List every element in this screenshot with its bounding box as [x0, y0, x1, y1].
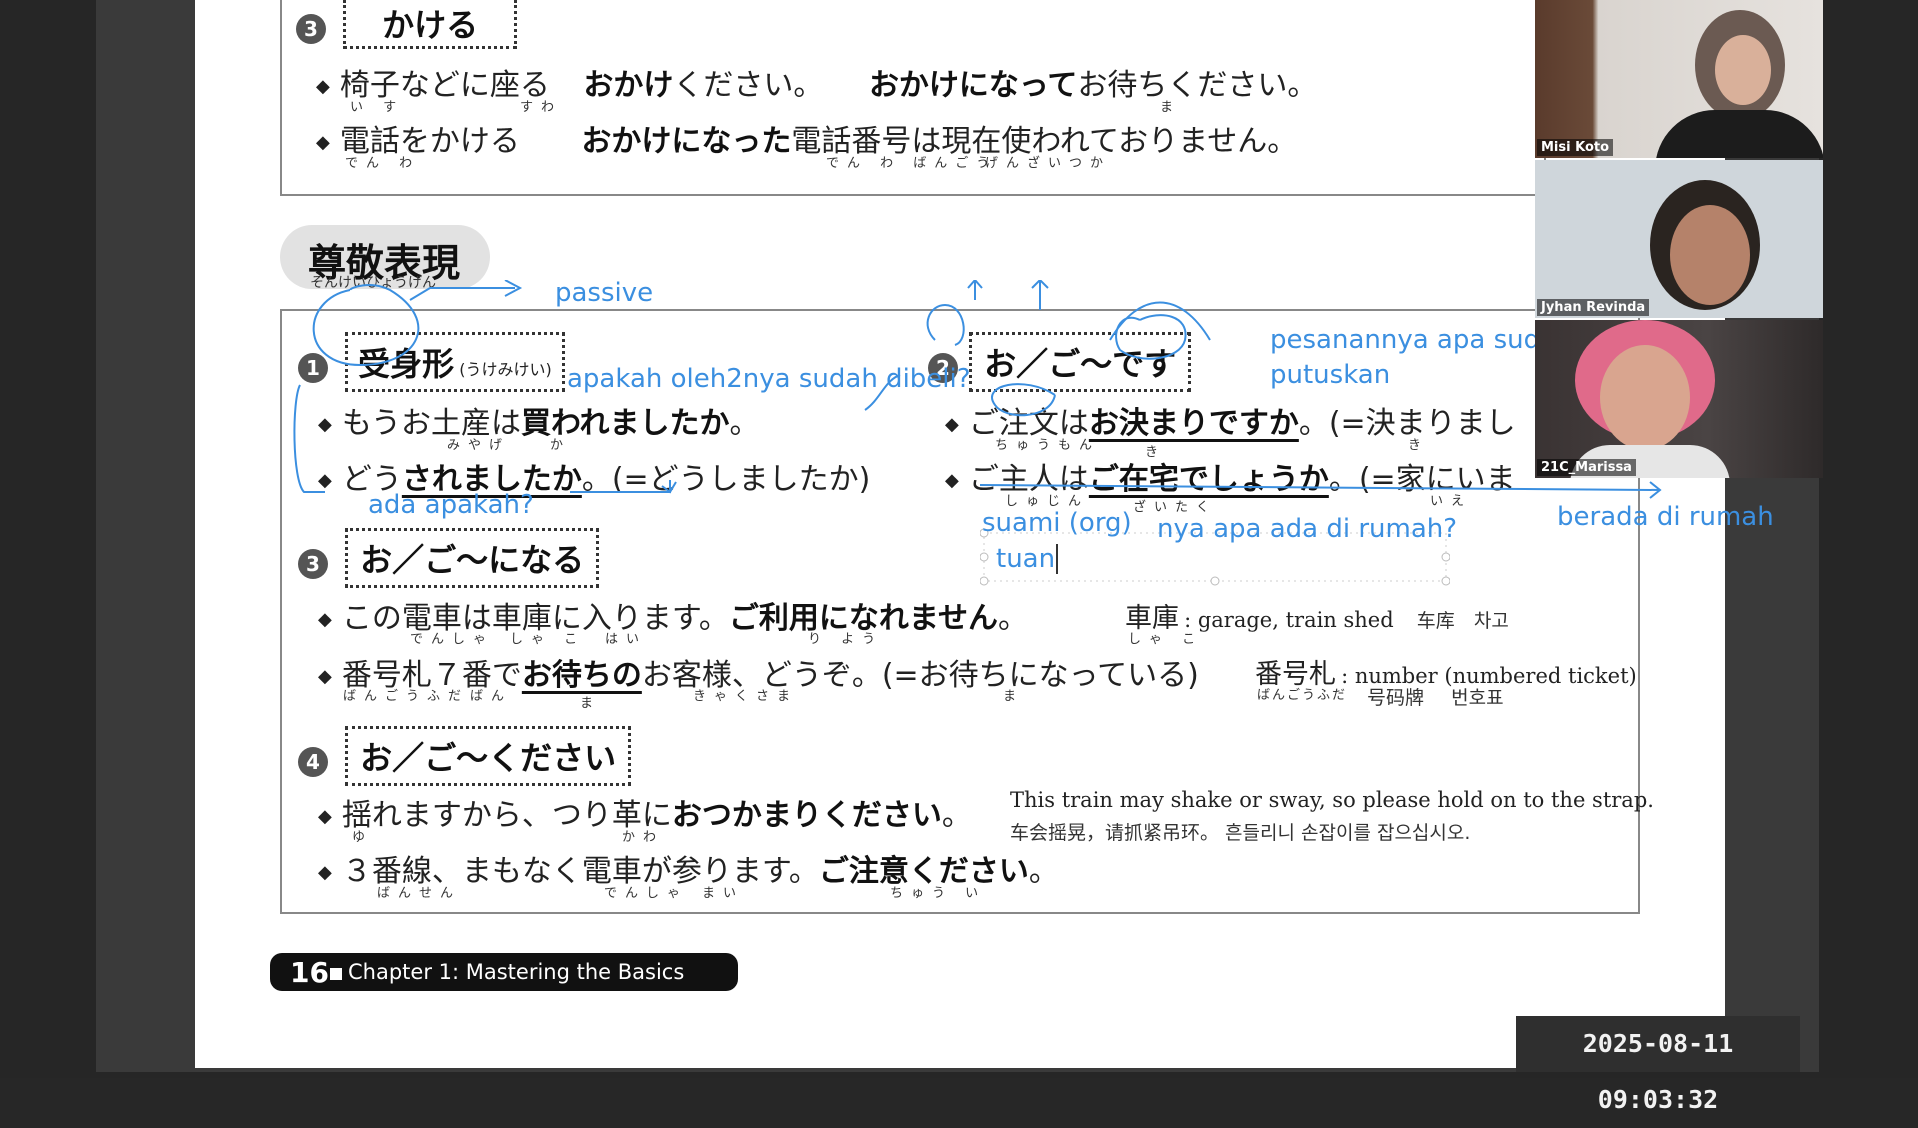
- annotation-putuskan[interactable]: putuskan: [1270, 360, 1390, 390]
- furigana: まい: [702, 886, 745, 901]
- s4-note-chinese-korean: 车会摇晃，请抓紧吊环。 흔들리니 손잡이를 잡으십시오.: [1010, 822, 1471, 844]
- bold-expression: おかけ: [583, 68, 674, 103]
- furigana: はい: [605, 632, 648, 647]
- chapter-title: Chapter 1: Mastering the Basics: [348, 960, 685, 984]
- annotation-apakah[interactable]: apakah oleh2nya sudah dibeli?: [567, 364, 971, 394]
- furigana: ばんごうふだ: [343, 689, 470, 704]
- s4-note-english: This train may shake or sway, so please …: [1010, 788, 1654, 812]
- vocab-chinese: 车库: [1416, 610, 1455, 632]
- line-text: お待ちください。: [1077, 68, 1318, 103]
- face: [1670, 205, 1750, 305]
- furigana: でんしゃ: [410, 632, 495, 647]
- furigana: すわ: [520, 100, 563, 115]
- furigana: きゃくさま: [693, 689, 799, 704]
- s4-heading-row: 4 お／ご〜ください: [298, 726, 632, 786]
- bullet-icon: ◆: [318, 862, 332, 883]
- chapter-footer: 16 Chapter 1: Mastering the Basics: [270, 953, 738, 991]
- annotation-passive[interactable]: passive: [555, 278, 653, 308]
- vocab-english: : garage, train shed: [1184, 608, 1394, 632]
- line-text: ください。: [673, 68, 824, 103]
- section-number: 3: [298, 549, 328, 579]
- face: [1600, 345, 1690, 450]
- participant-tile[interactable]: Jyhan Revinda: [1535, 160, 1823, 318]
- bullet-icon: ◆: [316, 76, 330, 97]
- furigana: でんしゃ: [604, 886, 689, 901]
- annotation-pesanan[interactable]: pesanannya apa sud: [1270, 325, 1540, 355]
- annotation-berada[interactable]: berada di rumah: [1557, 502, 1774, 532]
- bullet-icon: ◆: [318, 609, 332, 630]
- annotation-stroke: [991, 383, 1056, 417]
- annotation-stroke: [1109, 301, 1211, 341]
- furigana: ばんごうふだ: [1257, 688, 1348, 703]
- furigana: ちゅう い: [890, 886, 987, 901]
- section-number: 3: [296, 14, 326, 44]
- page-number: 16: [290, 956, 329, 989]
- participant-name: Jyhan Revinda: [1537, 299, 1650, 316]
- body: [1655, 110, 1823, 158]
- bullet-icon: ◆: [318, 806, 332, 827]
- line-text: 。: [1028, 854, 1059, 889]
- annotation-ada-apakah[interactable]: ada apakah?: [368, 490, 534, 520]
- annotation-tuan[interactable]: tuan: [996, 544, 1059, 574]
- annotation-strokes: [293, 280, 1662, 499]
- furigana: しゃ こ: [1128, 632, 1204, 647]
- furigana: でん わ: [345, 156, 421, 171]
- bold-expression: おつかまりください: [671, 798, 942, 833]
- annotation-stroke: [312, 284, 420, 367]
- annotation-stroke: [409, 280, 523, 301]
- bold-expression: お待ちの: [521, 658, 642, 693]
- square-marker-icon: [330, 968, 342, 980]
- bullet-icon: ◆: [318, 666, 332, 687]
- kakeru-heading-row: 3 かける: [296, 0, 518, 49]
- participant-name: Misi Koto: [1537, 139, 1614, 156]
- annotation-stroke: [1115, 314, 1187, 360]
- furigana: げんざいつか: [985, 156, 1112, 171]
- furigana: ま: [580, 696, 602, 711]
- furigana: しゃ こ: [510, 632, 586, 647]
- bullet-icon: ◆: [316, 132, 330, 153]
- furigana: かわ: [622, 830, 665, 845]
- annotation-stroke: [979, 481, 1662, 499]
- annotation-stroke: [967, 280, 983, 300]
- s3-heading-row: 3 お／ご〜になる: [298, 528, 600, 588]
- annotation-stroke: [570, 480, 677, 494]
- bold-expression: おかけになった: [581, 124, 792, 159]
- furigana: い す: [350, 100, 405, 115]
- furigana: り よう: [808, 632, 884, 647]
- bold-expression: おかけになって: [868, 68, 1078, 103]
- annotation-stroke: [926, 303, 965, 346]
- vocab-korean: 번호표: [1451, 687, 1504, 709]
- vocab-chinese: 号码牌: [1367, 687, 1425, 709]
- recording-timestamp: 2025-08-11 09:03:32: [1516, 1016, 1800, 1114]
- vocab-korean: 차고: [1473, 610, 1509, 632]
- furigana: ま: [1003, 689, 1025, 704]
- annotation-suami[interactable]: suami (org): [982, 508, 1132, 538]
- furigana: ま: [1160, 100, 1182, 115]
- annotation-stroke: [1031, 280, 1049, 310]
- annotation-nya-apa[interactable]: nya apa ada di rumah?: [1157, 514, 1457, 544]
- furigana: ばんせん: [377, 886, 462, 901]
- s3-heading: お／ご〜になる: [345, 528, 600, 588]
- participant-name: 21C_Marissa: [1537, 459, 1636, 476]
- line-text: 。: [941, 798, 972, 833]
- furigana: ばん: [470, 689, 513, 704]
- face: [1715, 35, 1771, 105]
- annotation-stroke: [293, 384, 325, 493]
- furigana: ゆ: [352, 830, 374, 845]
- section-number: 4: [298, 747, 328, 777]
- line-text: 。: [997, 601, 1028, 636]
- participant-tile[interactable]: 21C_Marissa: [1535, 320, 1823, 478]
- kakeru-heading: かける: [343, 0, 518, 49]
- s3-note-2-translations: 号码牌 번호표: [1367, 683, 1504, 710]
- kakeru-line-2: ◆ 電話をかける おかけになった電話番号は現在使われておりません。: [316, 116, 1297, 160]
- furigana: でん わ ばんごう: [826, 156, 998, 171]
- s4-heading: お／ご〜ください: [345, 726, 632, 786]
- participant-tile[interactable]: Misi Koto: [1535, 0, 1823, 158]
